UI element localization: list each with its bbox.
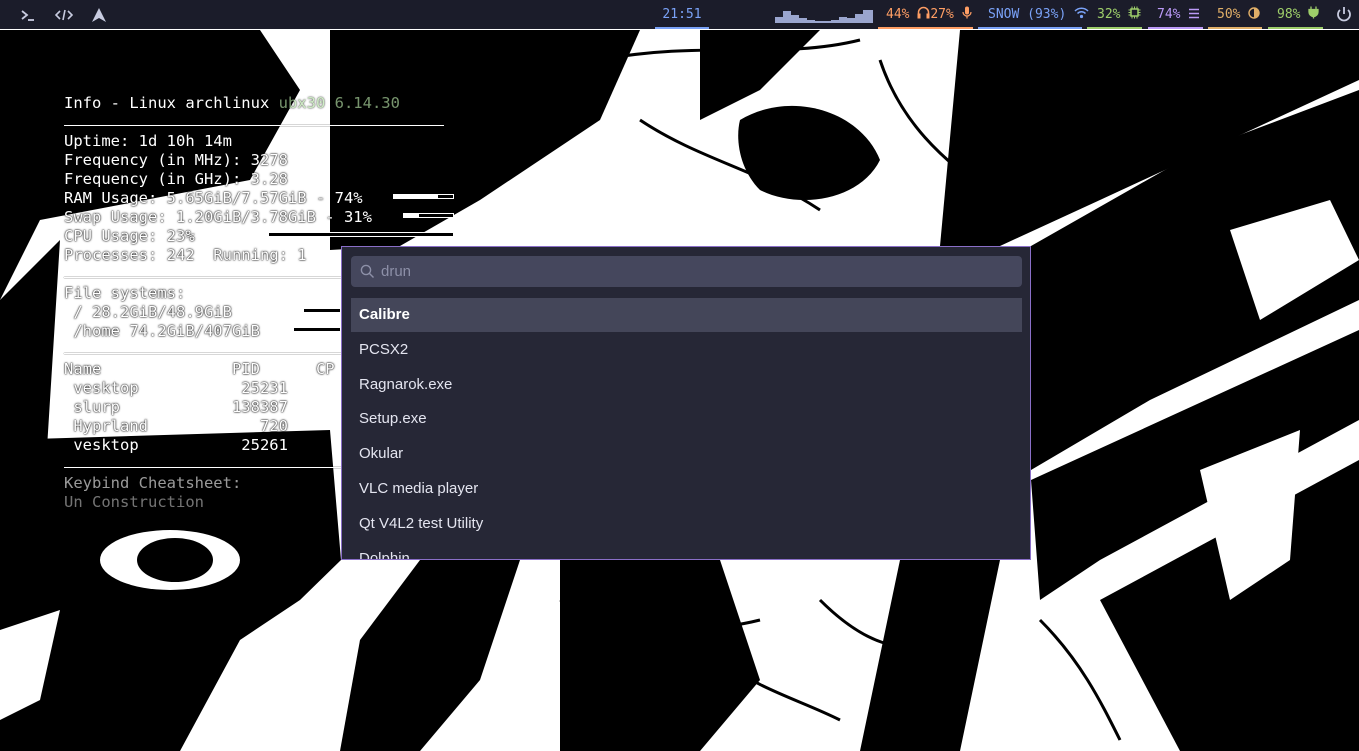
processes-line: Processes: 242 Running: 1 <box>64 246 307 264</box>
search-box[interactable] <box>351 256 1022 287</box>
memory-module[interactable]: 74% <box>1148 0 1203 29</box>
memory-icon <box>1189 8 1200 19</box>
terminal-icon[interactable] <box>19 6 37 24</box>
ram-usage-line: RAM Usage: 5.65GiB/7.57GiB - 74% <box>64 189 363 207</box>
swap-usage-fill <box>404 214 420 217</box>
fs-root-line: / 28.2GiB/48.9GiB <box>64 303 232 321</box>
result-item-setup[interactable]: Setup.exe <box>351 402 1022 436</box>
keybind-header: Keybind Cheatsheet: <box>64 474 242 492</box>
cpu-usage-bar <box>213 232 454 237</box>
filesystems-header: File systems: <box>64 284 186 302</box>
app-launcher: Calibre PCSX2 Ragnarok.exe Setup.exe Oku… <box>341 246 1031 560</box>
brightness-module[interactable]: 50% <box>1208 0 1262 29</box>
top-status-bar: 21:51 44% 27% SNOW (93%) 32% 74% 50% 98% <box>0 0 1359 29</box>
process-row: slurp 138387 <box>64 398 288 416</box>
cpu-usage-fill <box>214 233 269 236</box>
volume-value: 44% <box>886 7 910 22</box>
divider <box>64 467 341 468</box>
result-item-okular[interactable]: Okular <box>351 437 1022 471</box>
frequency-mhz-line: Frequency (in MHz): 3278 <box>64 151 288 169</box>
uptime-line: Uptime: 1d 10h 14m <box>64 132 232 150</box>
frequency-ghz-line: Frequency (in GHz): 3.28 <box>64 170 288 188</box>
headphones-icon <box>917 6 930 19</box>
process-row: vesktop 25261 <box>64 436 288 454</box>
power-icon[interactable] <box>1336 6 1352 22</box>
clock[interactable]: 21:51 <box>655 0 709 29</box>
process-table-header: Name PID CP <box>64 360 335 378</box>
headphone-value: 27% <box>930 7 954 22</box>
swap-usage-line: Swap Usage: 1.20GiB/3.78GiB - 31% <box>64 208 372 226</box>
wifi-label: SNOW (93%) <box>988 7 1067 22</box>
info-title: Info - Linux archlinux ubx30 6.14.30 <box>64 94 400 112</box>
cpu-module[interactable]: 32% <box>1087 0 1142 29</box>
fs-root-bar <box>253 308 341 313</box>
network-module[interactable]: SNOW (93%) <box>978 0 1089 29</box>
search-icon <box>360 264 374 278</box>
search-input[interactable] <box>381 256 1001 287</box>
result-item-calibre[interactable]: Calibre <box>351 298 1022 332</box>
brightness-value: 50% <box>1217 7 1241 22</box>
ram-usage-bar <box>393 194 454 199</box>
fs-home-bar <box>283 327 341 332</box>
result-item-ragnarok[interactable]: Ragnarok.exe <box>351 368 1022 402</box>
divider <box>64 277 341 278</box>
brightness-icon <box>1248 7 1261 19</box>
audio-module[interactable]: 44% 27% <box>878 0 973 29</box>
chip-icon <box>1128 6 1141 19</box>
clock-text: 21:51 <box>662 7 702 22</box>
plug-icon <box>1308 6 1319 19</box>
ram-usage-fill <box>394 195 438 198</box>
result-item-dolphin[interactable]: Dolphin <box>351 542 1022 559</box>
cpu-value: 32% <box>1097 7 1121 22</box>
result-item-vlc[interactable]: VLC media player <box>351 472 1022 506</box>
fs-home-line: /home 74.2GiB/407GiB <box>64 322 260 340</box>
battery-module[interactable]: 98% <box>1268 0 1323 29</box>
cpu-usage-line: CPU Usage: 23% <box>64 227 195 245</box>
results-list: Calibre PCSX2 Ragnarok.exe Setup.exe Oku… <box>351 298 1022 559</box>
battery-value: 98% <box>1277 7 1301 22</box>
divider <box>64 353 341 354</box>
keybind-note: Un Construction <box>64 493 204 511</box>
process-row: Hyprland 720 <box>64 417 288 435</box>
result-item-pcsx2[interactable]: PCSX2 <box>351 333 1022 367</box>
audio-visualizer <box>775 10 873 23</box>
result-item-qt-v4l2[interactable]: Qt V4L2 test Utility <box>351 507 1022 541</box>
divider <box>64 125 444 126</box>
fs-home-fill <box>284 328 295 331</box>
memory-value: 74% <box>1157 7 1181 22</box>
microphone-icon <box>962 6 972 19</box>
process-row: vesktop 25231 <box>64 379 288 397</box>
swap-usage-bar <box>403 213 454 218</box>
fs-root-fill <box>254 309 304 312</box>
code-icon[interactable] <box>55 6 73 24</box>
arch-logo-icon[interactable] <box>90 6 108 24</box>
